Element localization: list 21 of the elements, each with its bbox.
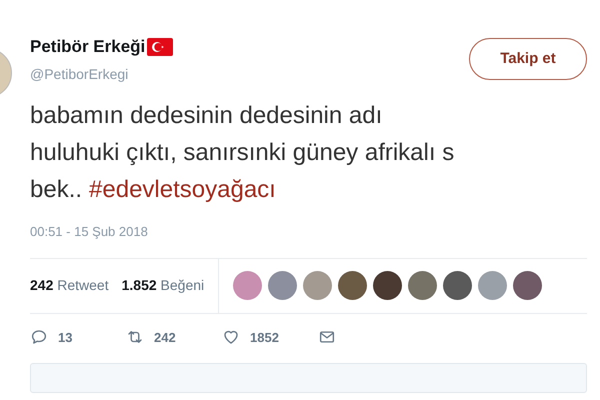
like-button[interactable]: 1852 — [222, 328, 318, 347]
stat-text[interactable]: 242 Retweet — [30, 275, 109, 296]
user-avatar[interactable] — [373, 271, 402, 300]
user-avatar[interactable] — [338, 271, 368, 300]
reply-button[interactable]: 13 — [30, 328, 126, 347]
user-avatar[interactable] — [408, 271, 438, 300]
user-avatar[interactable] — [443, 271, 472, 300]
stat-text[interactable]: 1.852 Beğeni — [122, 275, 204, 296]
user-avatar[interactable] — [513, 271, 542, 300]
hashtag-link[interactable]: #edevletsoyağacı — [89, 171, 276, 208]
tweet-text-line: huluhuki çıktı, sanırsınki güney afrikalı s — [30, 138, 456, 168]
author-name: Petibör Erkeği — [30, 36, 146, 58]
reply-icon — [30, 328, 48, 346]
follow-button[interactable]: Takip et — [469, 38, 587, 80]
flag-icon — [147, 38, 174, 56]
retweet-button[interactable]: 242 — [126, 328, 222, 347]
timestamp: 00:51 - 15 Şub 2018 — [30, 223, 149, 241]
heart-icon — [222, 328, 240, 346]
author-handle: @PetiborErkegi — [30, 65, 130, 84]
tweet-text-line: babamın dedesinin dedesinin adı — [30, 101, 384, 131]
tweet-text-line: bek.. — [30, 175, 82, 205]
